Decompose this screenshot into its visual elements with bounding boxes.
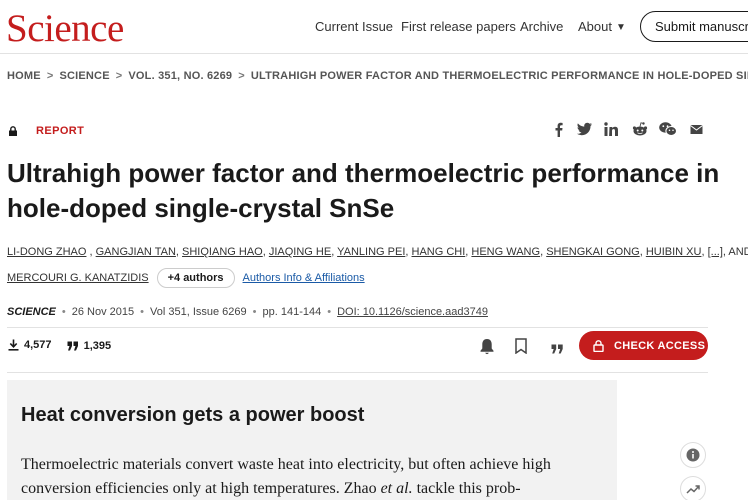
breadcrumb-separator: > [115,70,123,82]
author-link[interactable]: SHIQIANG HAO [182,246,263,258]
meta-separator: • [327,306,332,318]
meta-separator: • [61,306,66,318]
author-link[interactable]: SHENGKAI GONG [546,246,640,258]
page-range: pp. 141-144 [262,306,322,318]
downloads-count: 4,577 [24,339,52,351]
twitter-icon[interactable] [577,122,592,138]
author-link[interactable]: GANGJIAN TAN [96,246,176,258]
volume-issue[interactable]: Vol 351, Issue 6269 [150,306,247,318]
doi-link[interactable]: DOI: 10.1126/science.aad3749 [337,306,488,318]
author-link[interactable]: HENG WANG [471,246,540,258]
breadcrumb: HOME > SCIENCE > VOL. 351, NO. 6269 > ULTRAHIG… [7,70,748,82]
lock-icon [593,339,604,352]
chevron-down-icon: ▼ [615,22,626,33]
quote-icon [67,341,78,351]
divider [7,327,708,328]
article-type-label: REPORT [36,125,85,137]
check-access-label: CHECK ACCESS [614,339,706,352]
nav-about[interactable]: About ▼ [578,19,626,34]
facebook-icon[interactable] [554,122,563,138]
nav-archive[interactable]: Archive [520,19,563,34]
expand-authors-link[interactable]: [...] [708,246,723,258]
author-list-continued: MERCOURI G. KANATZIDIS +4 authors Authors … [7,268,365,288]
breadcrumb-separator: > [46,70,54,82]
info-icon [686,448,700,462]
author-link[interactable]: MERCOURI G. KANATZIDIS [7,272,149,284]
wechat-icon[interactable] [659,122,677,138]
info-button[interactable] [680,442,706,468]
citations-count: 1,395 [83,340,112,352]
lock-icon [9,126,17,136]
summary-text-part: tackle this prob- [412,480,521,497]
publication-date: 26 Nov 2015 [71,306,135,318]
affiliations-link[interactable]: Authors Info & Affiliations [243,272,365,284]
author-link[interactable]: HUIBIN XU [646,246,702,258]
trend-icon [686,485,700,494]
meta-separator: • [252,306,257,318]
author-link[interactable]: LI-DONG ZHAO [7,246,86,258]
cite-quote-icon[interactable] [551,341,564,359]
author-link[interactable]: HANG CHI [412,246,466,258]
breadcrumb-home[interactable]: HOME [7,70,41,82]
article-metrics: 4,577 1,395 [8,339,123,354]
submit-manuscript-button[interactable]: Submit manuscript [640,11,748,42]
summary-text: Thermoelectric materials convert waste h… [21,453,611,500]
nav-about-label: About [578,19,612,34]
linkedin-icon[interactable] [604,122,618,138]
summary-text-italic: et al. [380,480,413,497]
nav-first-release[interactable]: First release papers [401,19,516,34]
download-icon [8,339,19,351]
site-header: Science Current Issue First release pape… [0,0,748,54]
article-meta: SCIENCE • 26 Nov 2015 • Vol 351, Issue 6269 •… [7,306,488,318]
meta-separator: • [140,306,145,318]
check-access-button[interactable]: CHECK ACCESS [579,331,708,360]
science-logo[interactable]: Science [6,6,124,51]
email-icon[interactable] [690,122,703,138]
divider [7,372,708,373]
bell-icon[interactable] [479,338,495,360]
bookmark-icon[interactable] [515,338,527,359]
authors-and-text: AND [728,246,748,258]
author-link[interactable]: JIAQING HE [269,246,331,258]
nav-current-issue[interactable]: Current Issue [315,19,393,34]
journal-name[interactable]: SCIENCE [7,306,56,318]
editor-summary: Heat conversion gets a power boost Therm… [7,380,617,500]
breadcrumb-separator: > [238,70,245,82]
author-link[interactable]: YANLING PEI [337,246,405,258]
breadcrumb-issue[interactable]: VOL. 351, NO. 6269 [128,70,232,82]
author-list: LI-DONG ZHAO , GANGJIAN TAN, SHIQIANG HA… [7,245,748,260]
citations-metric[interactable]: 1,395 [67,340,112,352]
metrics-button[interactable] [680,476,706,500]
more-authors-button[interactable]: +4 authors [156,268,235,288]
article-title: Ultrahigh power factor and thermoelectri… [7,158,720,223]
breadcrumb-journal[interactable]: SCIENCE [59,70,109,82]
summary-heading: Heat conversion gets a power boost [21,404,365,426]
breadcrumb-current: ULTRAHIGH POWER FACTOR AND THERMOELECTRI… [250,70,748,82]
downloads-metric[interactable]: 4,577 [8,339,52,351]
reddit-icon[interactable] [632,122,648,138]
